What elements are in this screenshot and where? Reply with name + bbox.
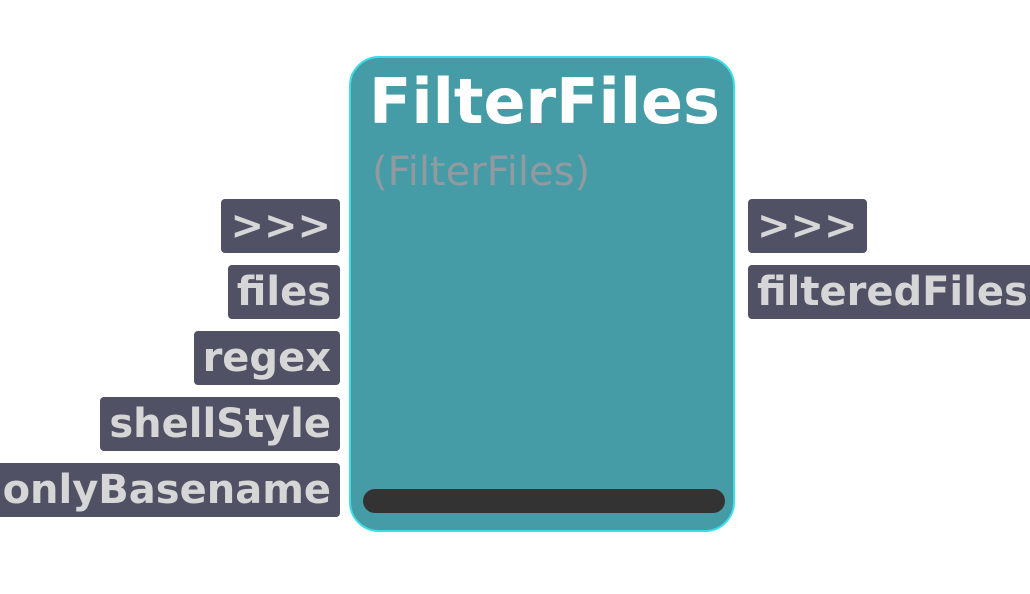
node-title: FilterFiles (369, 65, 720, 138)
node-subtitle: (FilterFiles) (372, 149, 591, 195)
node-status-bar (363, 489, 725, 513)
output-port-filteredfiles[interactable]: filteredFiles (748, 265, 1030, 319)
input-port-exec[interactable]: >>> (221, 199, 340, 253)
filterfiles-node[interactable]: FilterFiles (FilterFiles) (349, 56, 735, 532)
input-port-regex[interactable]: regex (193, 331, 340, 385)
input-port-shellstyle[interactable]: shellStyle (100, 397, 340, 451)
input-port-files[interactable]: files (227, 265, 340, 319)
output-port-exec[interactable]: >>> (748, 199, 867, 253)
input-port-onlybasename[interactable]: onlyBasename (0, 463, 340, 517)
